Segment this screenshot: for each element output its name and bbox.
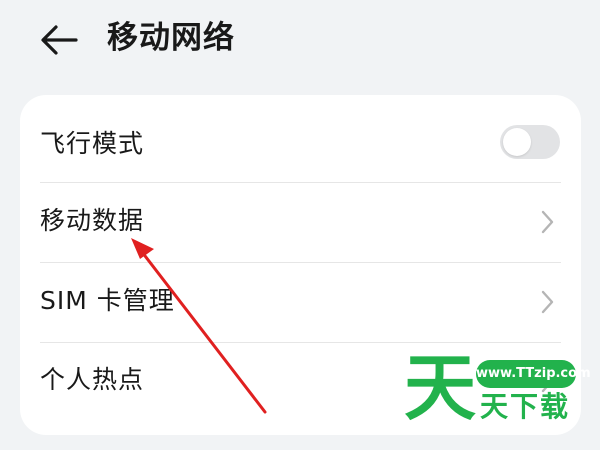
chevron-right-icon (541, 210, 554, 234)
settings-item-label: 个人热点 (40, 365, 145, 394)
settings-item-sim-management[interactable]: SIM 卡管理 (20, 263, 581, 343)
chevron-right-icon (541, 290, 554, 314)
settings-item-personal-hotspot[interactable]: 个人热点 (20, 343, 581, 423)
airplane-mode-toggle[interactable] (500, 125, 560, 159)
toggle-knob (503, 128, 531, 156)
arrow-left-icon (41, 25, 78, 55)
chevron-right-icon (541, 369, 554, 393)
settings-item-mobile-data[interactable]: 移动数据 (20, 183, 581, 263)
settings-item-airplane-mode[interactable]: 飞行模式 (20, 95, 581, 175)
app-header: 移动网络 (0, 0, 600, 80)
settings-item-label: 移动数据 (40, 206, 145, 235)
page-title: 移动网络 (107, 20, 235, 56)
back-button[interactable] (36, 18, 80, 62)
settings-item-label: 飞行模式 (40, 129, 145, 158)
settings-card: 飞行模式 移动数据 SIM 卡管理 个人热点 (20, 95, 581, 435)
settings-item-label: SIM 卡管理 (40, 286, 175, 315)
